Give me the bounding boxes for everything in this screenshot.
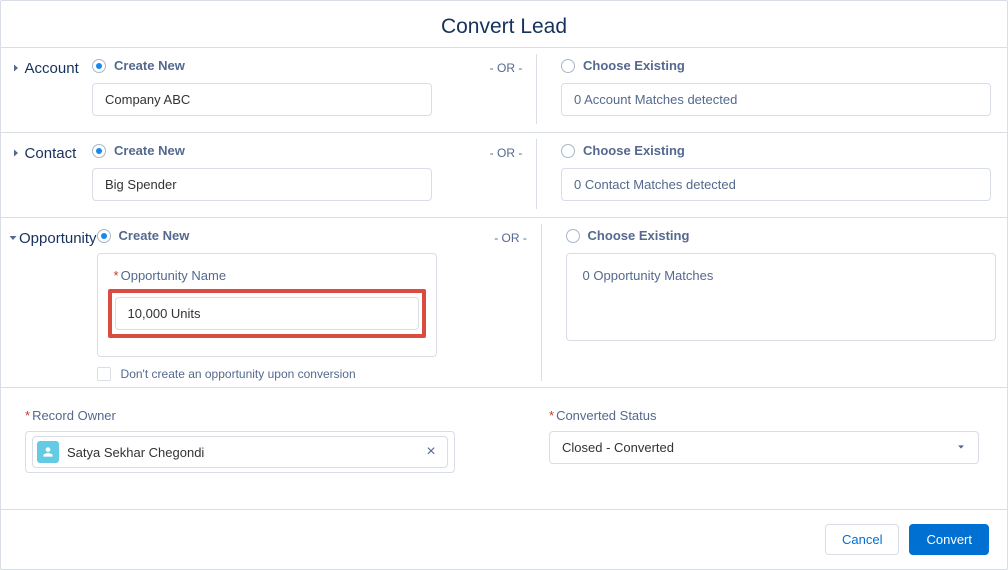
chevron-right-icon bbox=[10, 147, 22, 159]
record-owner-remove[interactable]: × bbox=[423, 444, 439, 460]
opportunity-name-label: Opportunity Name bbox=[114, 268, 420, 283]
opportunity-name-highlight: 10,000 Units bbox=[108, 289, 426, 338]
contact-label: Contact bbox=[25, 143, 92, 201]
radio-icon bbox=[92, 59, 106, 73]
chevron-down-icon bbox=[7, 232, 19, 244]
record-owner-name: Satya Sekhar Chegondi bbox=[67, 445, 415, 460]
opportunity-create-new-radio[interactable]: Create New bbox=[97, 228, 481, 243]
account-create-new-radio[interactable]: Create New bbox=[92, 58, 476, 73]
account-create-new-label: Create New bbox=[114, 58, 185, 73]
bottom-fields: Record Owner Satya Sekhar Chegondi × Con… bbox=[1, 387, 1007, 491]
checkbox-icon bbox=[97, 367, 111, 381]
account-choose-existing-label: Choose Existing bbox=[583, 58, 685, 73]
account-label: Account bbox=[25, 58, 92, 116]
account-choose-existing-radio[interactable]: Choose Existing bbox=[561, 58, 991, 73]
radio-icon bbox=[561, 59, 575, 73]
opportunity-create-new-label: Create New bbox=[119, 228, 190, 243]
opportunity-choose-existing-label: Choose Existing bbox=[588, 228, 690, 243]
radio-icon bbox=[97, 229, 111, 243]
contact-collapse-toggle[interactable] bbox=[7, 143, 25, 201]
radio-icon bbox=[92, 144, 106, 158]
contact-name-input[interactable]: Big Spender bbox=[92, 168, 432, 201]
converted-status-select[interactable]: Closed - Converted bbox=[549, 431, 979, 464]
convert-button[interactable]: Convert bbox=[909, 524, 989, 555]
opportunity-panel: Opportunity Name 10,000 Units bbox=[97, 253, 437, 357]
record-owner-lookup[interactable]: Satya Sekhar Chegondi × bbox=[25, 431, 455, 473]
contact-create-new-label: Create New bbox=[114, 143, 185, 158]
record-owner-pill: Satya Sekhar Chegondi × bbox=[32, 436, 448, 468]
modal-title: Convert Lead bbox=[1, 1, 1007, 47]
or-divider-text: - OR - bbox=[476, 143, 536, 201]
account-name-input[interactable]: Company ABC bbox=[92, 83, 432, 116]
contact-create-new-radio[interactable]: Create New bbox=[92, 143, 476, 158]
record-owner-label: Record Owner bbox=[25, 408, 459, 423]
or-divider-text: - OR - bbox=[476, 58, 536, 116]
converted-status-value: Closed - Converted bbox=[562, 440, 674, 455]
chevron-right-icon bbox=[10, 62, 22, 74]
converted-status-label: Converted Status bbox=[549, 408, 983, 423]
convert-lead-modal: Convert Lead Account Create New Company … bbox=[0, 0, 1008, 570]
modal-footer: Cancel Convert bbox=[1, 509, 1007, 569]
cancel-button[interactable]: Cancel bbox=[825, 524, 899, 555]
opportunity-matches-box[interactable]: 0 Opportunity Matches bbox=[566, 253, 996, 341]
or-divider-text: - OR - bbox=[481, 228, 541, 381]
skip-opportunity-label: Don't create an opportunity upon convers… bbox=[121, 367, 356, 381]
account-collapse-toggle[interactable] bbox=[7, 58, 25, 116]
opportunity-collapse-toggle[interactable] bbox=[7, 228, 19, 381]
account-matches-box[interactable]: 0 Account Matches detected bbox=[561, 83, 991, 116]
contact-choose-existing-label: Choose Existing bbox=[583, 143, 685, 158]
account-section: Account Create New Company ABC - OR - Ch… bbox=[1, 47, 1007, 132]
skip-opportunity-checkbox[interactable]: Don't create an opportunity upon convers… bbox=[97, 367, 481, 381]
opportunity-name-input[interactable]: 10,000 Units bbox=[115, 297, 419, 330]
close-icon: × bbox=[426, 443, 435, 461]
radio-icon bbox=[566, 229, 580, 243]
chevron-down-icon bbox=[956, 440, 966, 455]
opportunity-choose-existing-radio[interactable]: Choose Existing bbox=[566, 228, 996, 243]
radio-icon bbox=[561, 144, 575, 158]
contact-section: Contact Create New Big Spender - OR - Ch… bbox=[1, 132, 1007, 217]
user-avatar-icon bbox=[37, 441, 59, 463]
contact-matches-box[interactable]: 0 Contact Matches detected bbox=[561, 168, 991, 201]
opportunity-label: Opportunity bbox=[19, 228, 97, 381]
contact-choose-existing-radio[interactable]: Choose Existing bbox=[561, 143, 991, 158]
opportunity-section: Opportunity Create New Opportunity Name … bbox=[1, 217, 1007, 387]
